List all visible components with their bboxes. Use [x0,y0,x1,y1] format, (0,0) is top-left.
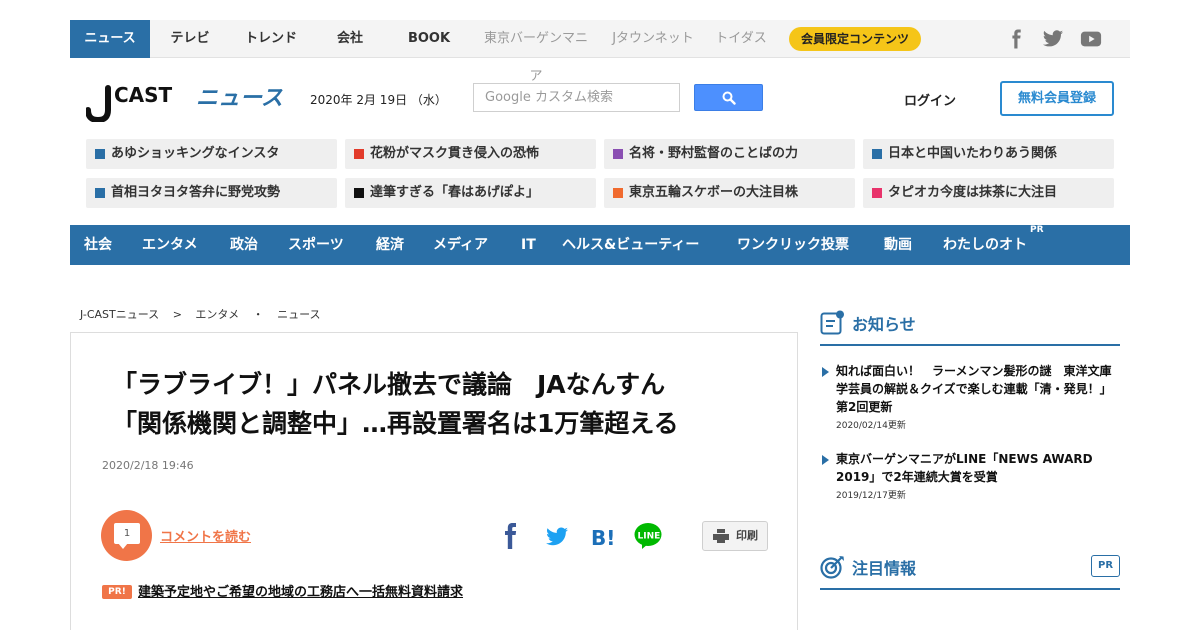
tab-j-town-net[interactable]: Jタウンネット [610,20,696,58]
featured-title: 注目情報 [852,559,917,578]
arrow-right-icon [822,367,829,377]
register-button[interactable]: 無料会員登録 [1000,81,1114,116]
category-entertainment[interactable]: エンタメ [142,225,198,265]
square-icon [354,188,364,198]
pr-badge: PR! [102,585,132,599]
tab-company[interactable]: 会社 [322,20,378,58]
search-input[interactable] [473,83,680,112]
square-icon [872,188,882,198]
twitter-share-icon[interactable] [542,521,572,551]
trending-item[interactable]: 花粉がマスク貫き侵入の恐怖 [345,139,596,169]
featured-section-header: 注目情報 PR [820,554,1120,590]
category-sports[interactable]: スポーツ [288,225,344,265]
pr-mark: PR [1030,225,1044,235]
category-economy[interactable]: 経済 [376,225,404,265]
trending-item[interactable]: 首相ヨタヨタ答弁に野党攻勢 [86,178,337,208]
facebook-icon[interactable] [1006,29,1028,49]
search-button[interactable] [694,84,763,111]
category-one-click-vote[interactable]: ワンクリック投票 [737,225,849,265]
square-icon [613,149,623,159]
breadcrumb-home[interactable]: J-CASTニュース [80,308,159,321]
publish-date: 2020/2/18 19:46 [102,459,194,472]
square-icon [354,149,364,159]
breadcrumb-separator: ・ [252,308,264,321]
trending-item[interactable]: 東京五輪スケボーの大注目株 [604,178,855,208]
notice-date: 2020/02/14更新 [836,421,906,431]
breadcrumb-separator: > [172,308,182,321]
tab-trend[interactable]: トレンド [236,20,306,58]
breadcrumb: J-CASTニュース > エンタメ ・ ニュース [80,306,331,322]
comment-icon[interactable]: 1 [101,510,152,561]
square-icon [95,188,105,198]
breadcrumb-entertainment[interactable]: エンタメ [195,308,239,321]
tab-news[interactable]: ニュース [70,20,150,58]
category-video[interactable]: 動画 [884,225,912,265]
notice-title: お知らせ [852,315,916,334]
notice-section-header: お知らせ [820,310,1120,346]
tab-tokyo-bargain-mania[interactable]: 東京バーゲンマニア [478,20,594,84]
notice-icon [820,310,844,335]
pr-badge: PR [1091,555,1120,577]
square-icon [613,188,623,198]
svg-text:LINE: LINE [638,532,661,542]
print-button[interactable]: 印刷 [702,521,768,551]
trending-item[interactable]: 達筆すぎる「春はあげぽよ」 [345,178,596,208]
trending-item[interactable]: 日本と中国いたわりあう関係 [863,139,1114,169]
search-icon [722,91,736,105]
login-link[interactable]: ログイン [904,90,956,109]
printer-icon [713,529,729,543]
category-nav: 社会 エンタメ 政治 スポーツ 経済 メディア IT ヘルス&ビューティー ワン… [70,225,1130,265]
svg-text:CAST: CAST [114,83,173,107]
svg-text:B!: B! [591,526,615,550]
current-date: 2020年 2月 19日 （水） [310,93,447,107]
square-icon [872,149,882,159]
read-comments-link[interactable]: コメントを読む [160,526,251,545]
line-share-icon[interactable]: LINE [633,521,663,551]
member-content-badge[interactable]: 会員限定コンテンツ [789,27,922,51]
facebook-share-icon[interactable] [496,521,526,551]
square-icon [95,149,105,159]
svg-text:ニュース: ニュース [196,86,283,111]
trending-item[interactable]: タピオカ今度は抹茶に大注目 [863,178,1114,208]
category-it[interactable]: IT [521,225,536,265]
article-card: 「ラブライブ！」パネル撤去で議論 JAなんすん 「関係機関と調整中」…再設置署名… [70,332,798,630]
category-politics[interactable]: 政治 [230,225,258,265]
pr-ad-link[interactable]: 建築予定地やご希望の地域の工務店へ一括無料資料請求 [138,581,463,600]
category-media[interactable]: メディア [433,225,488,265]
trending-item[interactable]: あゆショッキングなインスタ [86,139,337,169]
youtube-icon[interactable] [1080,29,1102,49]
arrow-right-icon [822,455,829,465]
twitter-icon[interactable] [1042,29,1064,49]
tab-book[interactable]: BOOK [400,20,458,58]
top-nav-bar: ニュース テレビ トレンド 会社 BOOK 東京バーゲンマニア Jタウンネット … [70,20,1130,84]
breadcrumb-news[interactable]: ニュース [277,308,320,321]
notice-date: 2019/12/17更新 [836,491,906,501]
jcast-news-logo[interactable]: CAST ニュース [86,80,286,122]
tab-toidasu[interactable]: トイダス [712,20,770,58]
hatena-bookmark-icon[interactable]: B! [588,521,618,551]
tab-tv[interactable]: テレビ [158,20,222,58]
comment-count: 1 [114,523,140,544]
trending-item[interactable]: 名将・野村監督のことばの力 [604,139,855,169]
category-health-beauty[interactable]: ヘルス&ビューティー [562,225,699,265]
category-watashi-no-oto[interactable]: わたしのオト [943,225,1027,265]
target-icon [820,556,844,579]
article-title: 「ラブライブ！」パネル撤去で議論 JAなんすん 「関係機関と調整中」…再設置署名… [112,370,679,438]
category-society[interactable]: 社会 [84,225,112,265]
